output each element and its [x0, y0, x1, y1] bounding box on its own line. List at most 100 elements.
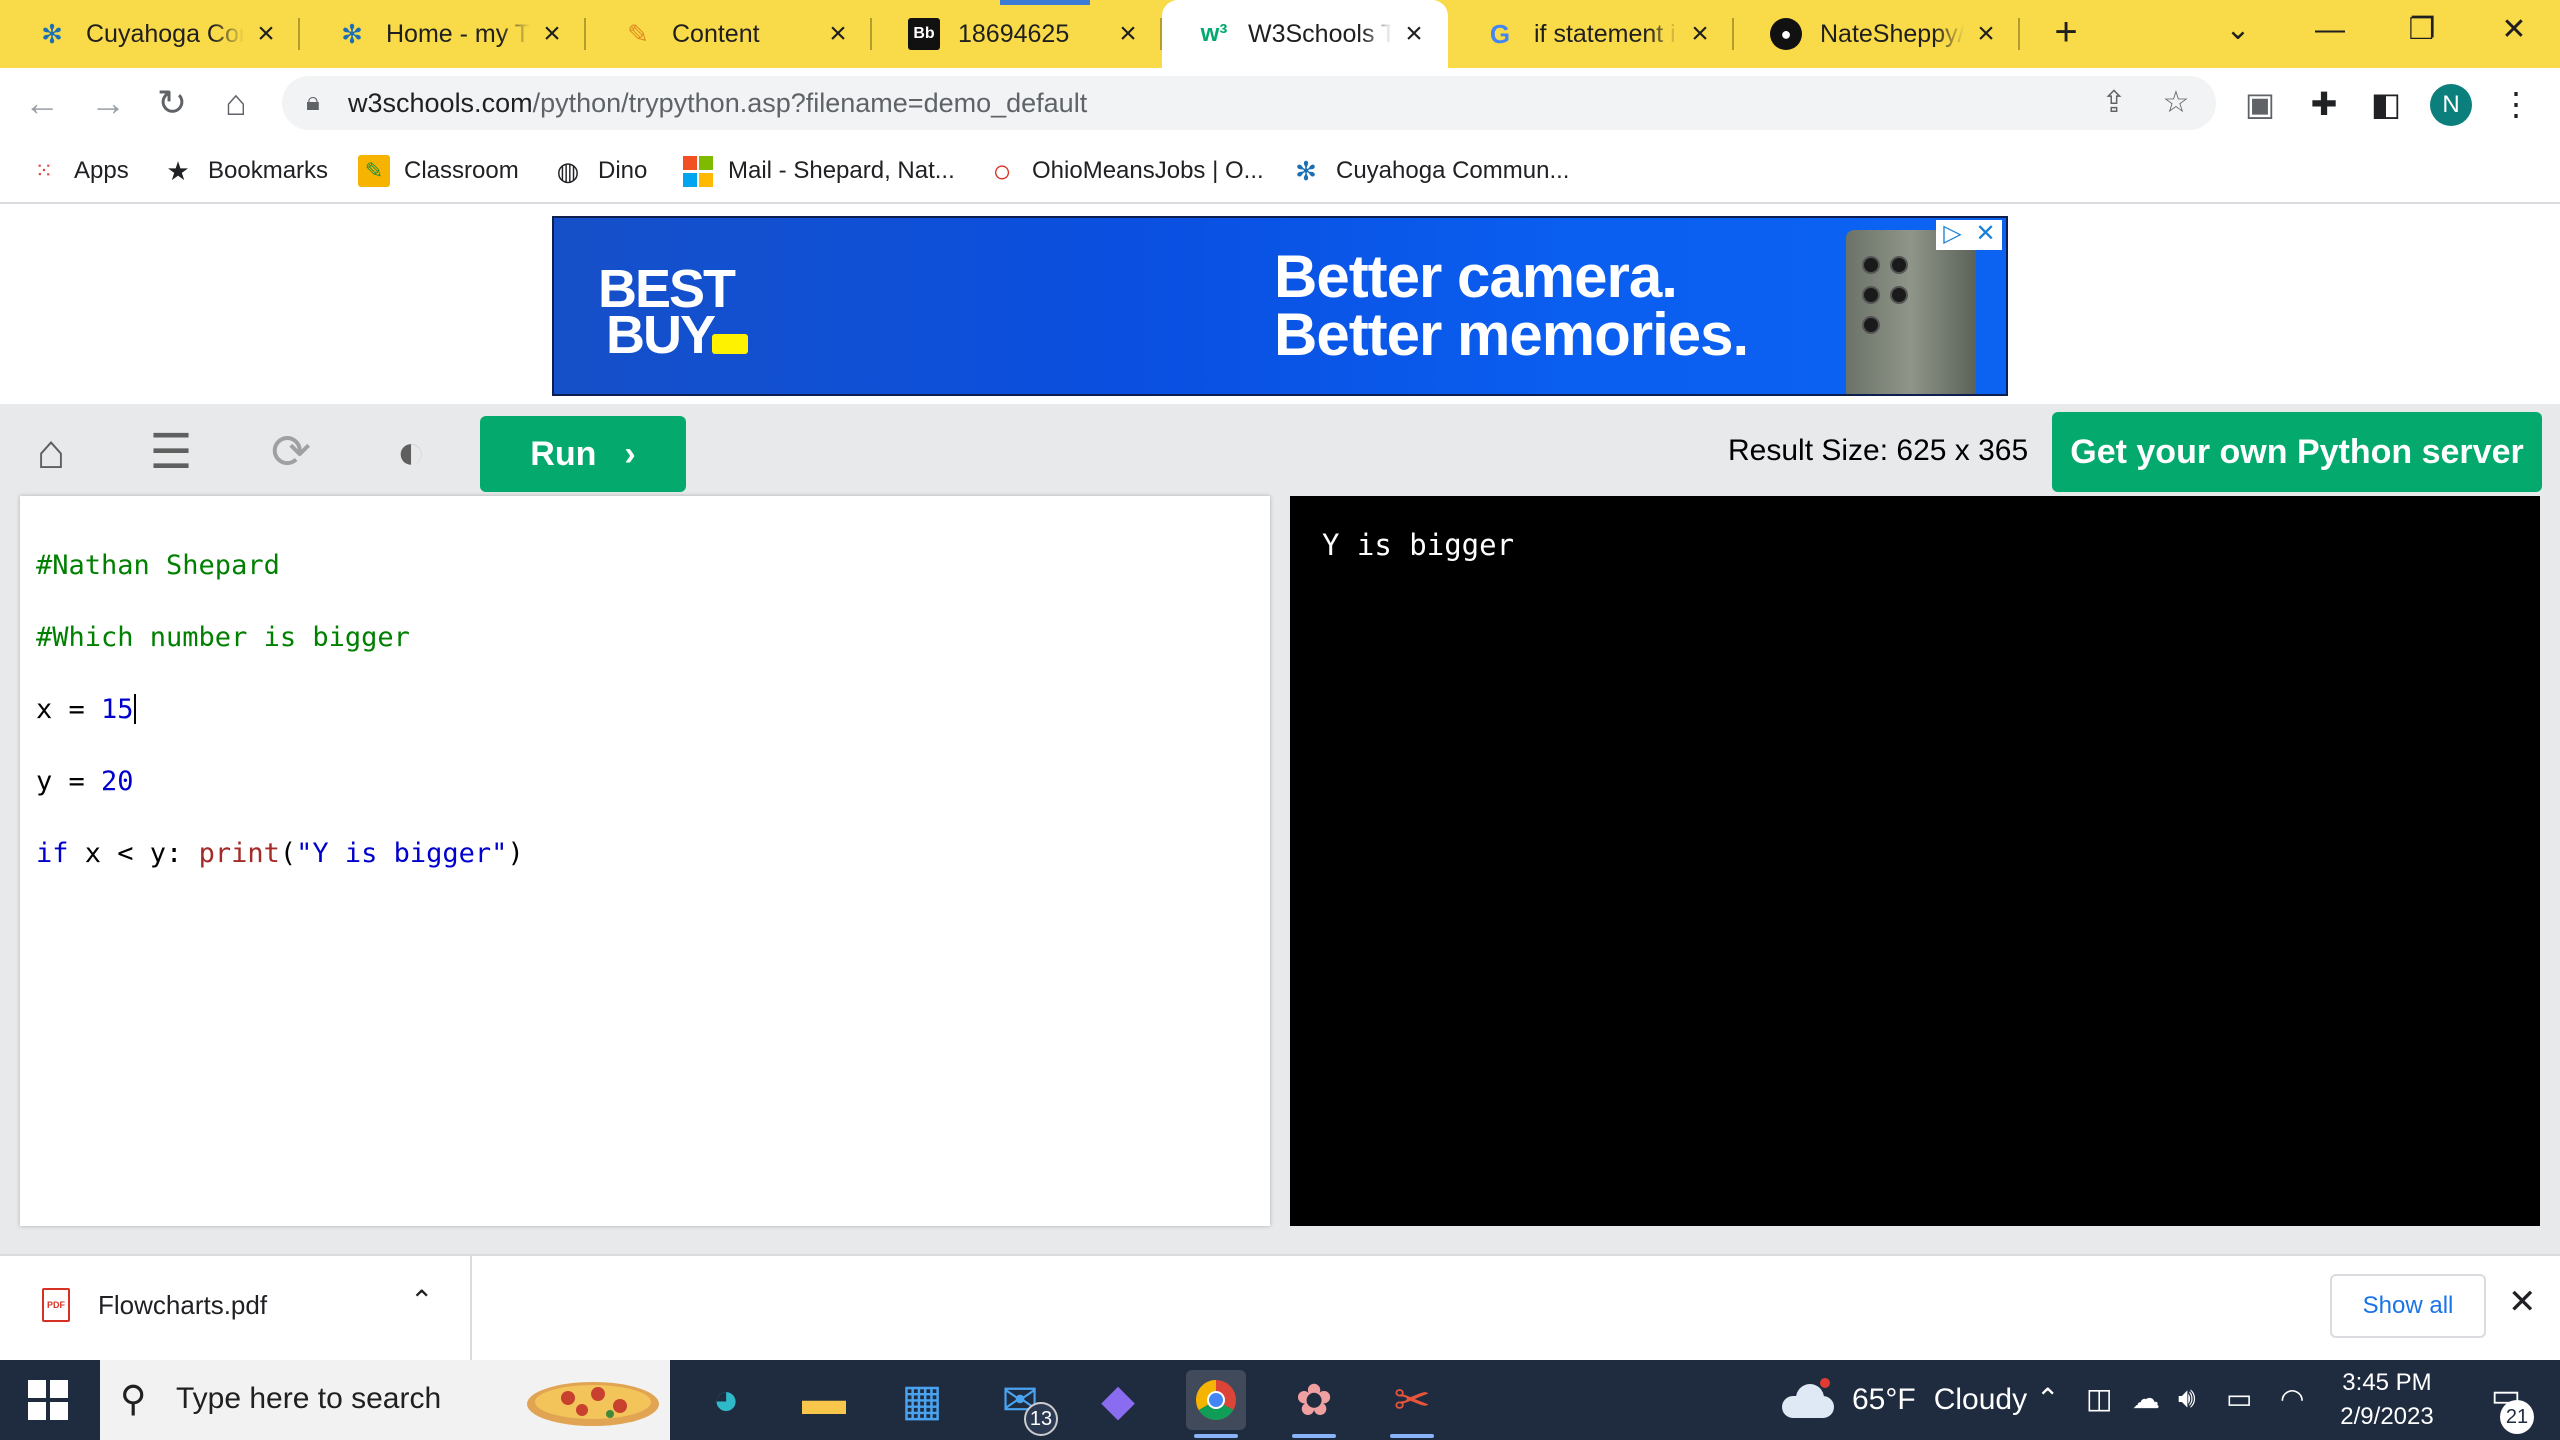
close-window-icon[interactable]: ✕: [2484, 8, 2544, 52]
bookmark-ohiomeansjobs[interactable]: ○ OhioMeansJobs | O...: [986, 152, 1263, 190]
back-arrow-icon[interactable]: ←: [20, 82, 64, 126]
home-icon[interactable]: ⌂: [24, 426, 78, 480]
running-indicator: [1292, 1434, 1336, 1438]
rotate-orientation-icon[interactable]: ⟳: [264, 426, 318, 480]
download-item[interactable]: PDF Flowcharts.pdf ⌃: [0, 1256, 472, 1360]
notification-center-icon[interactable]: ▭ 21: [2480, 1376, 2534, 1434]
chrome-icon[interactable]: [1186, 1370, 1246, 1438]
close-tab-icon[interactable]: ×: [538, 19, 566, 49]
snowflake-logo-icon: ✻: [1295, 155, 1317, 186]
windows-taskbar: ⚲ Type here to search ◕ ▬ ▦ ✉ 13 ◆ ✿ ✂ 6…: [0, 1360, 2560, 1440]
onedrive-cloud-icon[interactable]: ☁: [2132, 1382, 2160, 1415]
pdf-file-icon: PDF: [42, 1288, 70, 1322]
google-icon: G: [1489, 18, 1511, 49]
close-tab-icon[interactable]: ×: [1686, 19, 1714, 49]
taskbar-search[interactable]: ⚲ Type here to search: [100, 1360, 670, 1440]
weather-widget[interactable]: 65°F Cloudy: [1782, 1378, 2027, 1420]
bookmark-dino[interactable]: ◍ Dino: [552, 152, 648, 190]
copilot-app-icon[interactable]: ◆: [1088, 1370, 1148, 1430]
wifi-icon[interactable]: ◠: [2280, 1382, 2304, 1415]
tab-google-search[interactable]: G if statement in python ×: [1448, 0, 1734, 68]
bookmark-bookmarks[interactable]: ★ Bookmarks: [162, 152, 328, 190]
get-python-server-button[interactable]: Get your own Python server: [2052, 412, 2542, 492]
bookmark-star-icon[interactable]: ☆: [2158, 86, 2194, 122]
code-content[interactable]: #Nathan Shepard #Which number is bigger …: [36, 512, 524, 944]
bookmark-classroom[interactable]: ✎ Classroom: [358, 152, 519, 190]
code-editor[interactable]: #Nathan Shepard #Which number is bigger …: [20, 496, 1270, 1226]
close-shelf-icon[interactable]: ✕: [2508, 1282, 2537, 1322]
tab-github[interactable]: ● NateSheppy/D ×: [1734, 0, 2020, 68]
share-icon[interactable]: ⇪: [2096, 86, 2132, 122]
bookmark-apps[interactable]: ⁙ Apps: [28, 152, 129, 190]
bookmark-cuyahoga[interactable]: ✻ Cuyahoga Commun...: [1290, 152, 1569, 190]
file-explorer-icon[interactable]: ▬: [794, 1370, 854, 1430]
profile-avatar[interactable]: N: [2430, 84, 2472, 126]
new-tab-button[interactable]: +: [2046, 12, 2086, 54]
puzzle-extensions-icon[interactable]: ✚: [2302, 82, 2346, 126]
mail-badge: 13: [1024, 1402, 1058, 1436]
tab-title: 18694625: [958, 19, 1070, 48]
bookmark-mail[interactable]: Mail - Shepard, Nat...: [682, 152, 955, 190]
code-line: if x < y: print("Y is bigger"): [36, 838, 524, 869]
cloud-icon: [1782, 1378, 1834, 1418]
volume-icon[interactable]: 🔊︎: [2178, 1382, 2196, 1415]
run-button[interactable]: Run ›: [480, 416, 686, 492]
close-tab-icon[interactable]: ×: [1114, 19, 1142, 49]
url-text[interactable]: w3schools.com/python/trypython.asp?filen…: [348, 88, 1087, 119]
bookmark-label: Cuyahoga Commun...: [1336, 157, 1570, 184]
download-shelf: PDF Flowcharts.pdf ⌃ Show all ✕: [0, 1254, 2560, 1360]
tab-content[interactable]: ✎ Content ×: [586, 0, 872, 68]
close-tab-icon[interactable]: ×: [824, 19, 852, 49]
show-all-downloads-button[interactable]: Show all: [2330, 1274, 2486, 1338]
url-host: w3schools.com: [348, 88, 533, 118]
paint-app-icon[interactable]: ✿: [1284, 1370, 1344, 1438]
result-size-label: Result Size: 625 x 365: [1728, 434, 2029, 467]
address-bar[interactable]: 🔒︎ w3schools.com/python/trypython.asp?fi…: [282, 76, 2216, 130]
advertisement-banner[interactable]: BEST BUY Better camera. Better memories.…: [552, 216, 2008, 396]
lock-icon[interactable]: 🔒︎: [306, 86, 320, 118]
run-label: Run: [530, 434, 597, 473]
close-tab-icon[interactable]: ×: [1972, 19, 2000, 49]
download-file-name[interactable]: Flowcharts.pdf: [98, 1290, 267, 1321]
contrast-toggle-icon[interactable]: ◐: [384, 426, 438, 480]
clock-date: 2/9/2023: [2340, 1403, 2434, 1430]
snipping-tool-icon[interactable]: ✂: [1382, 1370, 1442, 1438]
tab-w3schools[interactable]: w³ W3Schools Tryit Editor ×: [1162, 0, 1448, 68]
tab-blackboard[interactable]: Bb 18694625 ×: [872, 0, 1162, 68]
reload-icon[interactable]: ↻: [150, 82, 194, 126]
ad-info-icon[interactable]: ▷: [1936, 220, 1969, 250]
ad-choices[interactable]: ▷ ✕: [1936, 220, 2002, 250]
menu-icon[interactable]: ☰: [144, 426, 198, 480]
minimize-icon[interactable]: —: [2300, 8, 2360, 52]
meet-now-icon[interactable]: ◫: [2086, 1382, 2112, 1415]
windows-start-icon[interactable]: [28, 1380, 68, 1420]
url-path: /python/trypython.asp?filename=demo_defa…: [532, 88, 1088, 118]
tab-cuyahoga[interactable]: ✻ Cuyahoga Community College ×: [0, 0, 300, 68]
tab-strip: ✻ Cuyahoga Community College × ✻ Home - …: [0, 0, 2560, 68]
extension-icon[interactable]: ▣: [2238, 82, 2282, 126]
mail-icon[interactable]: ✉ 13: [990, 1370, 1058, 1436]
system-clock[interactable]: 3:45 PM 2/9/2023: [2322, 1366, 2452, 1434]
tab-search-chevron-icon[interactable]: ⌄: [2208, 8, 2268, 52]
home-icon[interactable]: ⌂: [214, 82, 258, 126]
microsoft-store-icon[interactable]: ▦: [892, 1370, 952, 1430]
tab-title: NateSheppy/D: [1820, 19, 1964, 48]
restore-icon[interactable]: ❐: [2392, 8, 2452, 52]
ad-close-icon[interactable]: ✕: [1969, 220, 2002, 250]
edge-browser-icon[interactable]: ◕: [696, 1370, 756, 1430]
show-hidden-icons-chevron-icon[interactable]: ⌃: [2036, 1382, 2059, 1415]
close-tab-icon[interactable]: ×: [252, 19, 280, 49]
close-tab-icon[interactable]: ×: [1400, 19, 1428, 49]
tab-title: Content: [672, 19, 760, 48]
chrome-logo: [1196, 1380, 1236, 1420]
chevron-up-icon[interactable]: ⌃: [410, 1284, 433, 1317]
search-icon: ⚲: [120, 1378, 147, 1419]
best-buy-tag-icon: [712, 334, 748, 354]
more-menu-icon[interactable]: ⋮: [2494, 82, 2538, 126]
running-indicator: [1390, 1434, 1434, 1438]
blackboard-icon: Bb: [908, 18, 940, 50]
forward-arrow-icon[interactable]: →: [86, 82, 130, 126]
side-panel-icon[interactable]: ◧: [2364, 82, 2408, 126]
tab-home-tri-c[interactable]: ✻ Home - my Tri-C space ×: [300, 0, 586, 68]
battery-icon[interactable]: ▭: [2226, 1382, 2252, 1415]
